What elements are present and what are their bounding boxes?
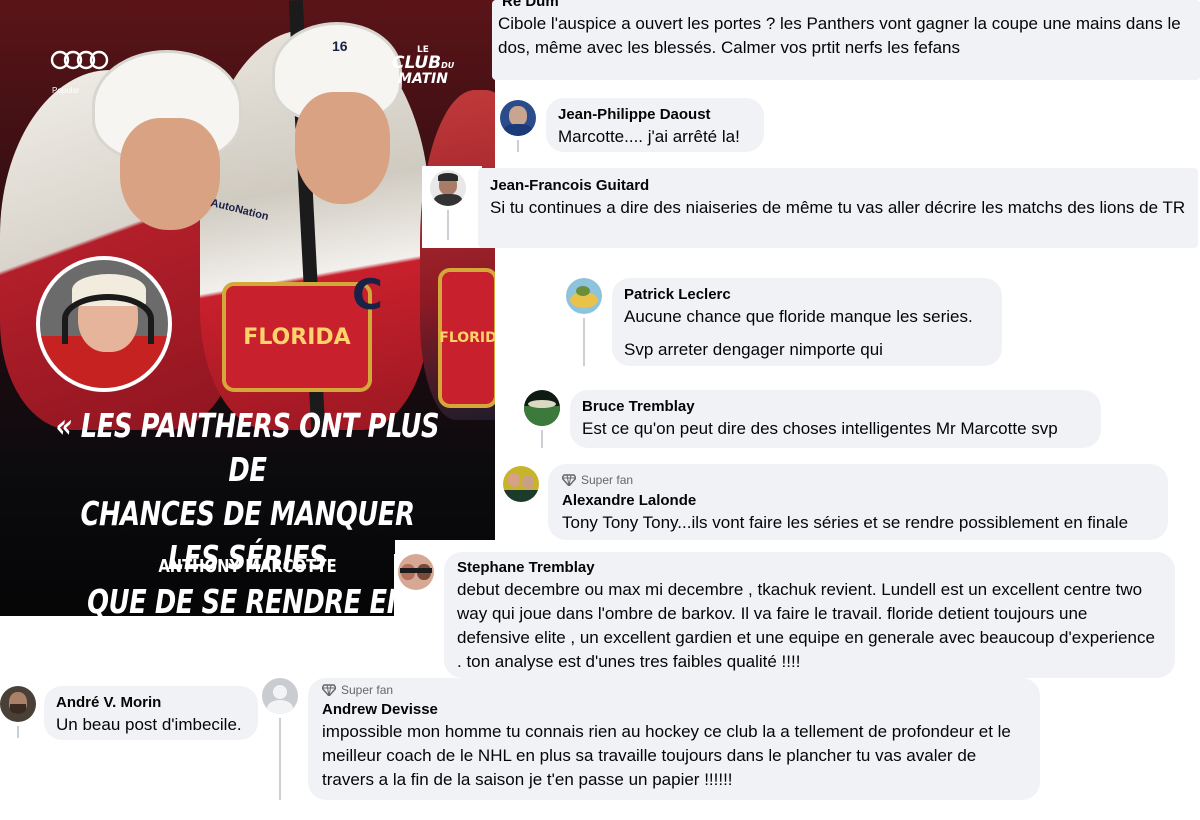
avatar[interactable] [430,170,466,206]
headset-icon [62,294,154,344]
thread-line [447,210,449,240]
comment-author[interactable]: Patrick Leclerc [624,285,990,305]
gem-icon [322,684,336,696]
thread-line [583,318,585,366]
avatar[interactable] [0,686,36,722]
comment-author[interactable]: Bruce Tremblay [582,397,1089,417]
comment-text: Si tu continues a dire des niaiseries de… [490,198,1186,217]
captain-letter: C [352,270,383,319]
comment-bubble: Re Dum Cibole l'auspice a ouvert les por… [492,0,1200,80]
comment-text: debut decembre ou max mi decembre , tkac… [457,580,1155,671]
show-logo: LE CLUBDU MATIN [392,45,455,87]
avatar[interactable] [262,678,298,714]
comment-bubble: Bruce Tremblay Est ce qu'on peut dire de… [570,390,1101,448]
comment-bubble: André V. Morin Un beau post d'imbecile. [44,686,258,740]
comment-bubble: Jean-Francois Guitard Si tu continues a … [478,168,1198,248]
avatar[interactable] [524,390,560,426]
comment-text: Marcotte.... j'ai arrêté la! [558,127,740,146]
comment-text: Est ce qu'on peut dire des choses intell… [582,419,1058,438]
thread-line [517,140,519,152]
comment-author[interactable]: Andrew Devisse [322,700,1026,720]
post-image[interactable]: 16 AutoNation FLORIDA FLORID C Popular L… [0,0,495,616]
player-face [120,118,220,230]
post-quote: « LES PANTHERS ONT PLUS DE CHANCES DE MA… [55,406,440,616]
host-avatar [36,256,172,392]
comment-author[interactable]: Alexandre Lalonde [562,491,1154,511]
jersey-number: 16 [332,38,348,54]
quote-author: ANTHONY MARCOTTE [158,556,337,577]
comment-text: Un beau post d'imbecile. [56,715,242,734]
thread-line [541,430,543,448]
comment-text: Svp arreter dengager nimporte qui [624,340,883,359]
comment-bubble: Stephane Tremblay debut decembre ou max … [444,552,1175,678]
comment-author[interactable]: Jean-Philippe Daoust [558,105,752,125]
avatar[interactable] [500,100,536,136]
audi-rings-icon [50,50,109,70]
thread-line [17,726,19,738]
comment-bubble: Jean-Philippe Daoust Marcotte.... j'ai a… [546,98,764,152]
brand-caption: Popular [52,86,80,95]
avatar[interactable] [503,466,539,502]
comment-text: Tony Tony Tony...ils vont faire les séri… [562,513,1129,532]
comment-bubble: Super fan Alexandre Lalonde Tony Tony To… [548,464,1168,540]
comment-bubble: Super fan Andrew Devisse impossible mon … [308,678,1040,800]
player-face [295,92,390,204]
comment-author[interactable]: Jean-Francois Guitard [490,176,1186,196]
team-crest: FLORID [438,268,495,408]
comment-author[interactable]: Stephane Tremblay [457,558,1162,578]
comment-bubble: Patrick Leclerc Aucune chance que florid… [612,278,1002,366]
comment-author[interactable]: Re Dum [502,0,1194,12]
comment-text: Cibole l'auspice a ouvert les portes ? l… [498,14,1181,57]
super-fan-badge: Super fan [322,682,1026,698]
avatar[interactable] [398,554,434,590]
comment-author[interactable]: André V. Morin [56,693,246,713]
super-fan-badge: Super fan [562,472,1154,488]
thread-line [279,718,281,800]
comment-text: Aucune chance que floride manque les ser… [624,307,973,326]
comment-text: impossible mon homme tu connais rien au … [322,722,1011,789]
team-crest: FLORIDA [222,282,372,392]
gem-icon [562,474,576,486]
avatar[interactable] [566,278,602,314]
